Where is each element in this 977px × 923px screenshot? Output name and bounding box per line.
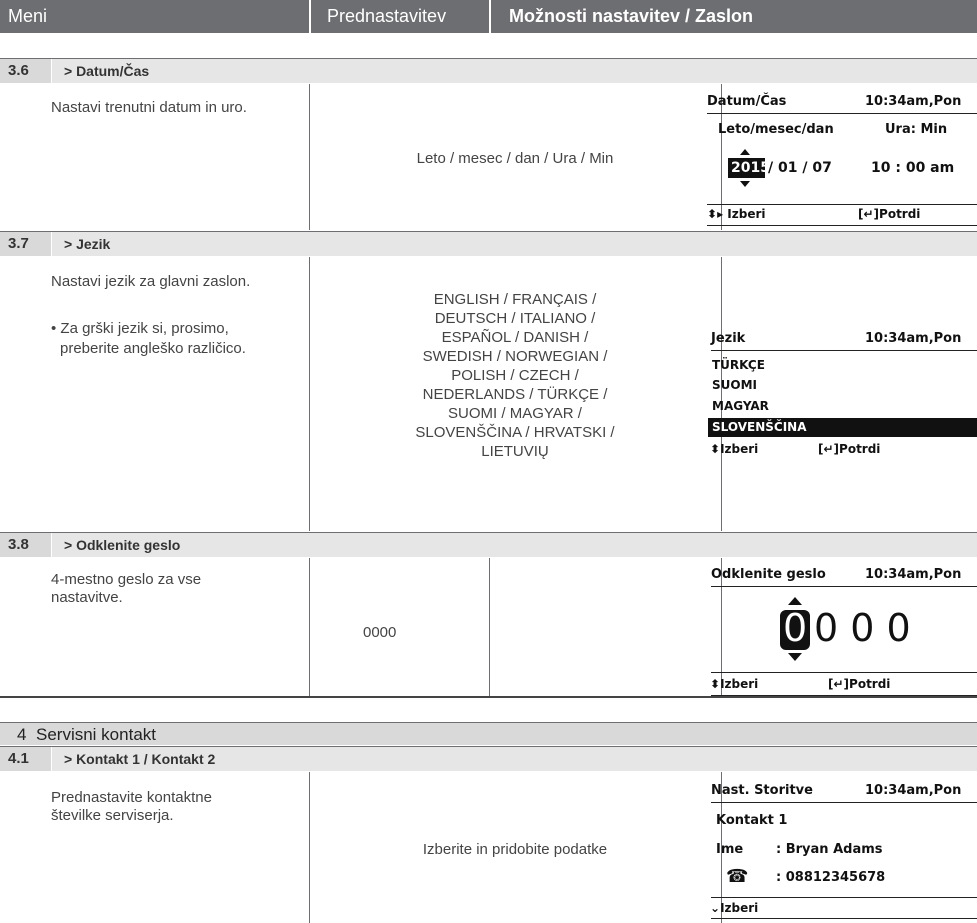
updown-icon: ⬍ xyxy=(707,207,718,221)
section-bar-3-8: 3.8 > Odklenite geslo xyxy=(0,532,977,557)
screen-time: 10:34am,Pon xyxy=(865,331,962,346)
language-item-selected: SLOVENŠČINA xyxy=(712,420,807,434)
name-value: : Bryan Adams xyxy=(776,842,883,857)
confirm-hint: [↵]Potrdi xyxy=(818,442,881,456)
description-line-2: nastavitve. xyxy=(51,589,123,606)
arrow-up-icon xyxy=(788,597,802,605)
phone-value: : 08812345678 xyxy=(776,870,886,885)
arrow-down-icon xyxy=(788,653,802,661)
column-time-label: Ura: Min xyxy=(885,122,948,137)
digit-selected: 0 xyxy=(783,606,808,650)
header-menu: Meni xyxy=(0,0,309,33)
description: Nastavi jezik za glavni zaslon. xyxy=(51,273,251,290)
arrow-down-icon xyxy=(740,181,750,187)
name-label: Ime xyxy=(716,842,744,857)
header-preset: Prednastavitev xyxy=(311,0,489,33)
screen-title: Nast. Storitve xyxy=(711,783,813,798)
updown-icon: ⬍ xyxy=(710,442,721,456)
confirm-hint: [↵]Potrdi xyxy=(858,207,921,221)
digits-rest: 0 0 0 xyxy=(814,606,911,650)
language-item: TÜRKÇE xyxy=(712,358,765,372)
description-line-1: 4-mestno geslo za vse xyxy=(51,571,202,588)
section-title: > Jezik xyxy=(64,236,111,252)
phone-icon: ☎ xyxy=(726,866,749,887)
preset-value: Izberite in pridobite podatke xyxy=(422,841,608,858)
screen-title: Datum/Čas xyxy=(707,94,787,109)
clock-value: 10 : 00 am xyxy=(871,160,955,176)
description: Nastavi trenutni datum in uro. xyxy=(51,99,247,116)
preset-value: Leto / mesec / dan / Ura / Min xyxy=(416,150,614,167)
arrow-up-icon xyxy=(740,149,750,155)
screen-time: 10:34am,Pon xyxy=(865,567,962,582)
select-hint: ⬍▸ Izberi xyxy=(707,207,766,221)
down-icon: ⌄ xyxy=(710,901,721,915)
section-number: 3.6 xyxy=(8,62,29,79)
section-title: > Kontakt 1 / Kontakt 2 xyxy=(64,751,216,767)
language-item: SUOMI xyxy=(712,378,757,392)
confirm-hint: [↵]Potrdi xyxy=(828,677,891,691)
section-title: > Datum/Čas xyxy=(64,63,150,79)
section-number: 4.1 xyxy=(8,750,29,767)
select-hint: ⬍Izberi xyxy=(710,442,759,456)
description-line-1: Prednastavite kontaktne xyxy=(51,789,212,806)
section-title: > Odklenite geslo xyxy=(64,537,181,553)
date-rest: / 01 / 07 xyxy=(768,160,832,176)
section-bar-3-7: 3.7 > Jezik xyxy=(0,231,977,256)
preset-value: 0000 xyxy=(363,624,397,641)
description-line-2: številke serviserja. xyxy=(51,807,174,824)
column-date-label: Leto/mesec/dan xyxy=(718,122,834,137)
section-number: 3.8 xyxy=(8,536,29,553)
section-bar-3-6: 3.6 > Datum/Čas xyxy=(0,58,977,83)
screen-time: 10:34am,Pon xyxy=(865,94,962,109)
section-bar-4: 4 Servisni kontakt xyxy=(0,722,977,745)
section-number: 3.7 xyxy=(8,235,29,252)
select-hint: ⌄Izberi xyxy=(710,901,759,915)
screen-title: Jezik xyxy=(711,331,746,346)
section-title: Servisni kontakt xyxy=(36,725,156,744)
section-bar-4-1: 4.1 > Kontakt 1 / Kontakt 2 xyxy=(0,746,977,771)
language-list: ENGLISH / FRANÇAIS / DEUTSCH / ITALIANO … xyxy=(415,291,615,460)
right-arrow-icon: ▸ xyxy=(717,207,724,221)
year-selected: 2015 xyxy=(731,160,770,176)
screen-time: 10:34am,Pon xyxy=(865,783,962,798)
updown-icon: ⬍ xyxy=(710,677,721,691)
note-line-2: preberite angleško različico. xyxy=(60,340,246,357)
section-number: 4 xyxy=(17,725,27,744)
screen-title: Odklenite geslo xyxy=(711,567,826,582)
select-hint: ⬍Izberi xyxy=(710,677,759,691)
note-line-1: • Za grški jezik si, prosimo, xyxy=(51,320,229,337)
language-item: MAGYAR xyxy=(712,399,769,413)
header-options: Možnosti nastavitev / Zaslon xyxy=(491,0,977,33)
contact-label: Kontakt 1 xyxy=(716,813,788,828)
